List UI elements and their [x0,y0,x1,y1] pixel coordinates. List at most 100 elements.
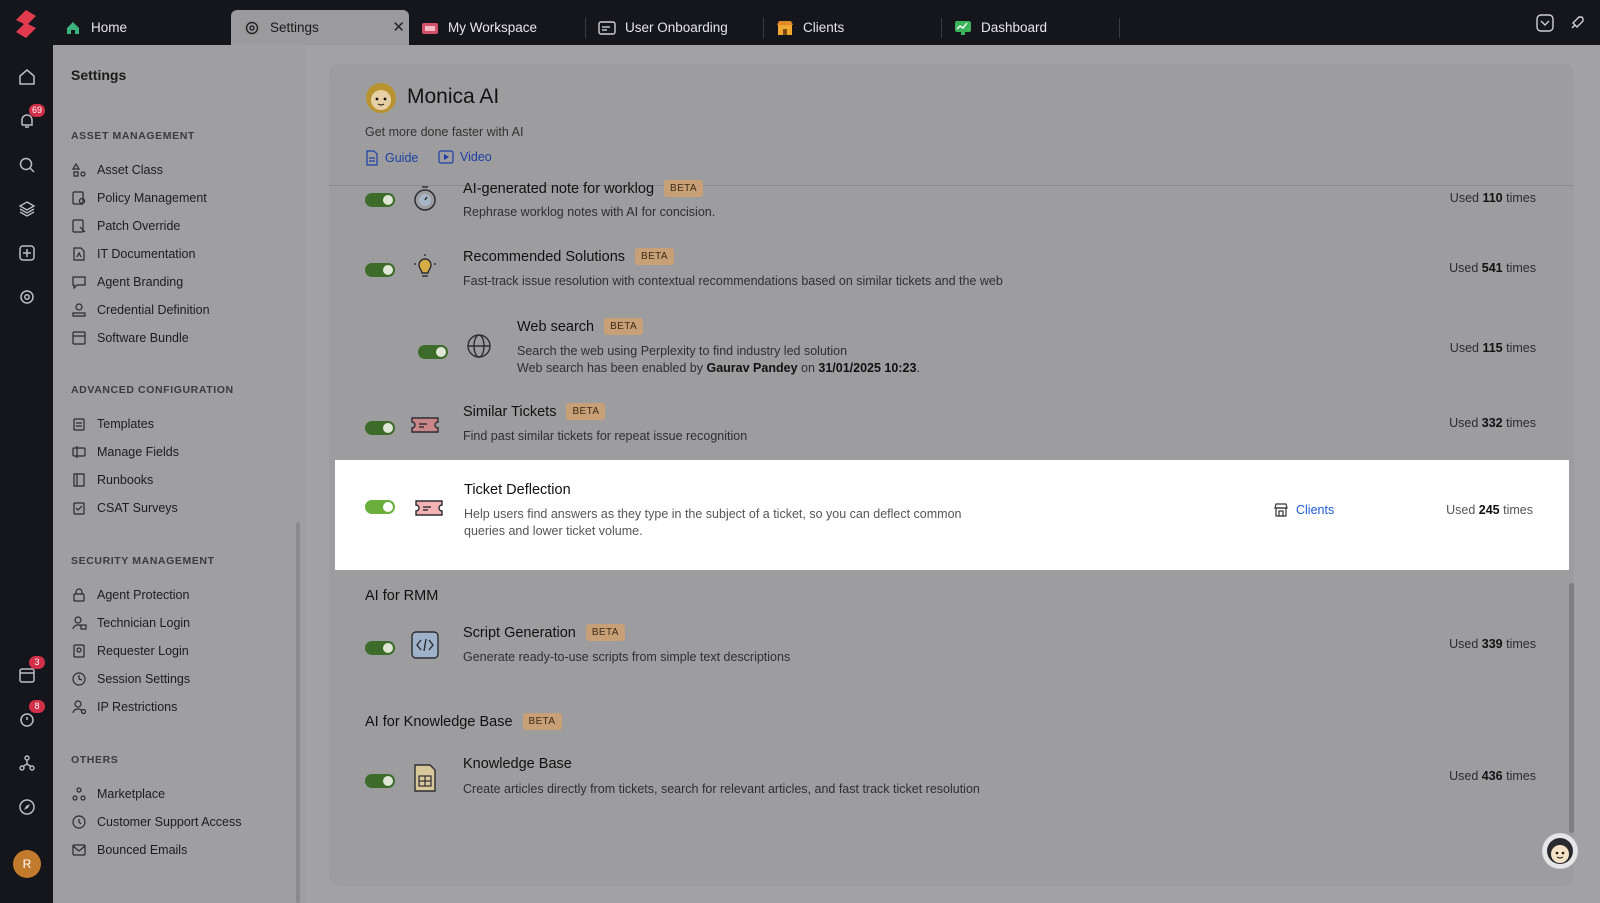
tab-home[interactable]: Home [52,10,228,45]
similar-toggle[interactable] [365,421,395,435]
sidebar-item-agent-branding[interactable]: Agent Branding [71,270,183,294]
similar-desc: Find past similar tickets for repeat iss… [463,429,748,443]
script-usage: Used 339 times [1449,637,1536,651]
tab-settings[interactable]: Settings ✕ [231,10,409,45]
kb-desc: Create articles directly from tickets, s… [463,782,980,796]
beta-badge: BETA [664,180,704,197]
sidebar-item-runbooks[interactable]: Runbooks [71,468,153,492]
rocket-icon[interactable] [1568,14,1586,32]
clock-icon [72,672,86,686]
sidebar-item-policy-management[interactable]: Policy Management [71,186,207,210]
guide-link[interactable]: Guide [365,150,418,166]
onboarding-icon [598,19,616,37]
recommended-usage: Used 541 times [1449,261,1536,275]
sidebar-item-asset-class[interactable]: Asset Class [71,158,163,182]
tab-user-onboarding[interactable]: User Onboarding [586,10,764,45]
sidebar-item-agent-protection[interactable]: Agent Protection [71,583,189,607]
section-title-asset-management: ASSET MANAGEMENT [71,130,195,142]
sidebar-item-marketplace[interactable]: Marketplace [71,782,165,806]
mail-icon [72,844,86,856]
main-scrollbar[interactable] [1569,583,1574,833]
sidebar-title: Settings [71,67,127,83]
code-icon [411,631,439,659]
kb-usage: Used 436 times [1449,769,1536,783]
section-title-security-management: SECURITY MANAGEMENT [71,555,215,567]
tab-clients[interactable]: Clients [764,10,942,45]
sidebar-item-requester-login[interactable]: Requester Login [71,639,189,663]
left-rail: 69 3 8 R [0,45,53,903]
sidebar-item-manage-fields[interactable]: Manage Fields [71,440,179,464]
section-title-others: OTHERS [71,754,119,766]
layers-icon[interactable] [17,199,37,219]
kb-toggle[interactable] [365,774,395,788]
app-logo[interactable] [10,8,42,40]
sidebar-item-templates[interactable]: Templates [71,412,154,436]
dropdown-icon[interactable] [1536,14,1554,32]
sidebar-item-csat-surveys[interactable]: CSAT Surveys [71,496,178,520]
deflection-desc: Help users find answers as they type in … [464,507,962,538]
sidebar-item-technician-login[interactable]: Technician Login [71,611,190,635]
workspace-icon [421,19,439,37]
deflection-toggle[interactable] [365,500,395,514]
websearch-desc: Search the web using Perplexity to find … [517,344,848,358]
ticket-icon [415,500,443,516]
script-toggle[interactable] [365,641,395,655]
monica-assistant-icon[interactable] [1542,833,1578,869]
close-icon[interactable]: ✕ [392,18,405,36]
add-icon[interactable] [17,243,37,263]
tab-label: Home [91,20,128,35]
page-title: Monica AI [407,85,500,108]
sidebar-item-credential-definition[interactable]: Credential Definition [71,298,210,322]
tab-dashboard[interactable]: Dashboard [942,10,1120,45]
search-icon[interactable] [17,155,37,175]
avatar[interactable]: R [13,850,41,878]
sidebar-item-it-documentation[interactable]: IT Documentation [71,242,195,266]
page-subtitle: Get more done faster with AI [365,125,524,139]
video-link[interactable]: Video [438,150,492,164]
websearch-toggle[interactable] [418,345,448,359]
book-icon [73,473,85,487]
sidebar-item-customer-support-access[interactable]: Customer Support Access [71,810,242,834]
sidebar-item-bounced-emails[interactable]: Bounced Emails [71,838,187,862]
stopwatch-icon [414,186,436,211]
building-icon [1274,503,1288,517]
deflection-clients-link[interactable]: Clients [1273,502,1334,518]
home-icon [64,19,82,37]
sidebar-item-session-settings[interactable]: Session Settings [71,667,190,691]
similar-usage: Used 332 times [1449,416,1536,430]
section-title-ai-for-rmm: AI for RMM [365,588,439,604]
deflection-title: Ticket Deflection [464,482,571,498]
dashboard-icon [954,19,972,37]
sidebar-scrollbar[interactable] [296,522,300,903]
sidebar-item-software-bundle[interactable]: Software Bundle [71,326,189,350]
recommended-toggle[interactable] [365,263,395,277]
tab-label: My Workspace [448,20,538,35]
worklog-toggle[interactable] [365,193,395,207]
sidebar-item-patch-override[interactable]: Patch Override [71,214,180,238]
gear-icon[interactable] [17,287,37,307]
kb-title: Knowledge Base [463,756,572,772]
home-icon[interactable] [17,67,37,87]
document-icon [73,247,85,261]
policy-icon [72,191,86,205]
support-icon [72,815,86,829]
tab-my-workspace[interactable]: My Workspace [409,10,586,45]
section-title-advanced-configuration: ADVANCED CONFIGURATION [71,384,234,396]
settings-sidebar: Settings ASSET MANAGEMENT Asset Class Po… [53,45,306,903]
ticket-deflection-row: Ticket Deflection Help users find answer… [335,460,1569,570]
worklog-usage: Used 110 times [1449,191,1536,205]
section-title-ai-for-knowledge-base: AI for Knowledge Base BETA [365,713,562,730]
survey-icon [73,502,85,515]
chat-icon [72,276,86,290]
ticket-icon [411,417,439,433]
fields-icon [72,446,86,458]
tab-label: Settings [270,20,319,35]
compass-icon[interactable] [17,797,37,817]
deflection-usage: Used 245 times [1446,503,1533,517]
workflow-icon[interactable] [17,753,37,773]
tab-label: User Onboarding [625,20,728,35]
bundle-icon [72,331,86,345]
sidebar-item-ip-restrictions[interactable]: IP Restrictions [71,695,177,719]
shapes-icon [71,162,86,177]
video-icon [438,150,454,164]
